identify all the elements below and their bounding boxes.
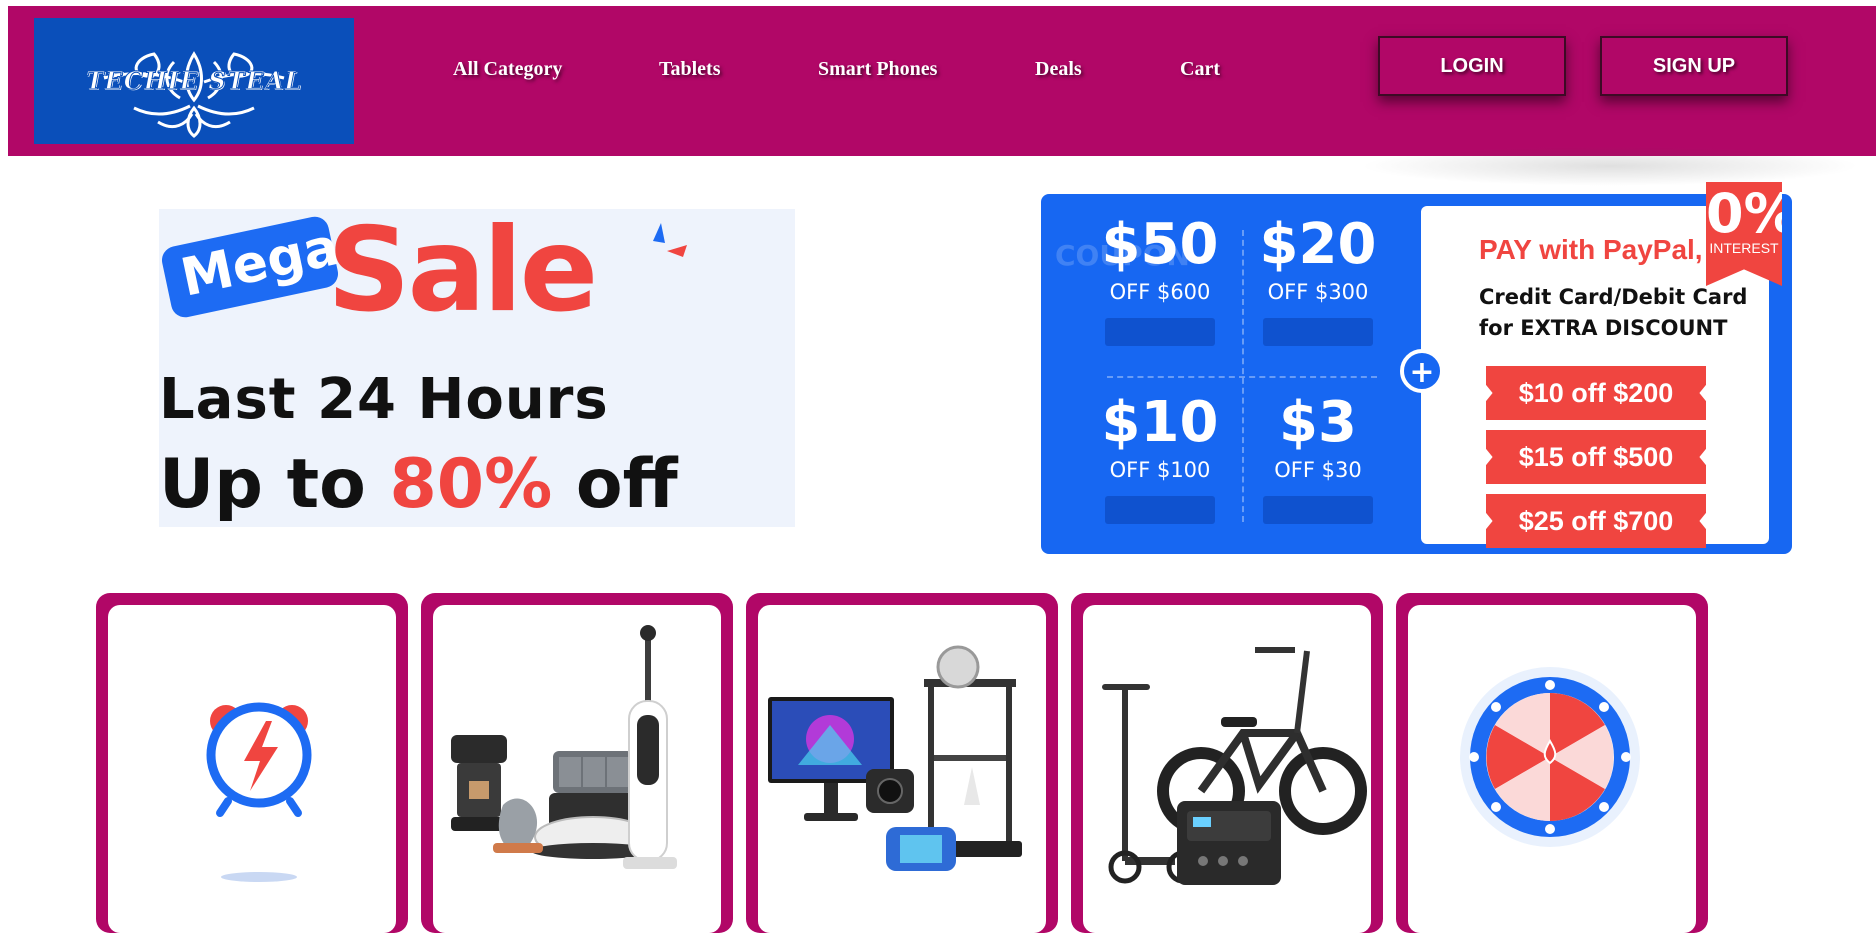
- nav-cart[interactable]: Cart: [1180, 58, 1220, 81]
- coupon-amount: $10: [1101, 390, 1219, 455]
- coupon-3[interactable]: $3 OFF $30: [1243, 392, 1393, 524]
- card-body: [1083, 605, 1371, 933]
- coupon-condition: OFF $30: [1274, 458, 1362, 482]
- mega-badge-label: Mega: [175, 216, 345, 309]
- paypal-subtitle: Credit Card/Debit Card for EXTRA DISCOUN…: [1479, 282, 1747, 344]
- signup-button[interactable]: SIGN UP: [1600, 36, 1788, 96]
- brand-name: TECHIE STEAL: [85, 66, 303, 96]
- coupon-amount: $20: [1259, 212, 1377, 277]
- flash-deal-alarm-icon: [206, 702, 312, 882]
- plus-icon: +: [1400, 349, 1444, 393]
- sale-headline: Sale: [327, 209, 598, 338]
- sparkle-icon: [653, 223, 687, 257]
- ribbon-label: INTEREST: [1709, 240, 1779, 256]
- nav-tablets[interactable]: Tablets: [659, 58, 721, 81]
- site-header: TECHIE STEAL All Category Tablets Smart …: [8, 6, 1876, 156]
- coupon-claim-bar[interactable]: [1105, 496, 1215, 524]
- ribbon-value: 0%: [1706, 182, 1798, 245]
- mega-sale-banner[interactable]: Mega Sale Last 24 Hours Up to 80% off: [159, 209, 795, 527]
- card-body: [1408, 605, 1696, 933]
- brand-logo[interactable]: TECHIE STEAL: [34, 18, 354, 144]
- home-appliances-icon: [451, 625, 677, 869]
- coupon-10[interactable]: $10 OFF $100: [1085, 392, 1235, 524]
- coupon-banner[interactable]: COUPON $50 OFF $600 $20 OFF $300 $10 OFF…: [1041, 182, 1792, 554]
- paypal-offer-row[interactable]: $10 off $200: [1486, 366, 1706, 420]
- category-card-e-mobility[interactable]: [1071, 593, 1383, 933]
- card-body: [108, 605, 396, 933]
- coupon-50[interactable]: $50 OFF $600: [1085, 214, 1235, 346]
- coupon-claim-bar[interactable]: [1105, 318, 1215, 346]
- coupon-amount: $50: [1101, 212, 1219, 277]
- sale-discount: Up to 80% off: [159, 445, 678, 524]
- paypal-subtitle-line2: for EXTRA DISCOUNT: [1479, 316, 1728, 340]
- category-card-flash-deals[interactable]: [96, 593, 408, 933]
- lucky-wheel-icon: [1460, 667, 1640, 847]
- mega-badge: Mega: [159, 214, 344, 320]
- sale-discount-prefix: Up to: [159, 445, 390, 524]
- card-body: [758, 605, 1046, 933]
- paypal-offer-row[interactable]: $25 off $700: [1486, 494, 1706, 548]
- category-card-home-appliances[interactable]: [421, 593, 733, 933]
- sale-duration: Last 24 Hours: [159, 367, 609, 432]
- header-button-shadow: [1360, 146, 1860, 186]
- coupon-condition: OFF $600: [1109, 280, 1211, 304]
- paypal-offer-row[interactable]: $15 off $500: [1486, 430, 1706, 484]
- nav-all-category[interactable]: All Category: [453, 58, 562, 81]
- coupon-condition: OFF $300: [1267, 280, 1369, 304]
- nav-smart-phones[interactable]: Smart Phones: [818, 58, 937, 81]
- coupon-condition: OFF $100: [1109, 458, 1211, 482]
- category-card-lucky-wheel[interactable]: [1396, 593, 1708, 933]
- paypal-title: PAY with PayPal,: [1479, 234, 1703, 265]
- coupon-amount: $3: [1279, 390, 1357, 455]
- category-card-electronics[interactable]: [746, 593, 1058, 933]
- sale-discount-suffix: off: [552, 445, 678, 524]
- coupon-side-label: COUPON: [1055, 239, 1190, 272]
- coupon-claim-bar[interactable]: [1263, 496, 1373, 524]
- coupon-claim-bar[interactable]: [1263, 318, 1373, 346]
- login-button[interactable]: LOGIN: [1378, 36, 1566, 96]
- nav-deals[interactable]: Deals: [1035, 58, 1082, 81]
- coupon-divider-horizontal: [1107, 376, 1377, 378]
- coupon-20[interactable]: $20 OFF $300: [1243, 214, 1393, 346]
- e-mobility-icon: [1102, 647, 1367, 885]
- electronics-icon: [768, 645, 1022, 871]
- sale-discount-percent: 80%: [389, 445, 553, 524]
- paypal-subtitle-line1: Credit Card/Debit Card: [1479, 285, 1748, 309]
- card-body: [433, 605, 721, 933]
